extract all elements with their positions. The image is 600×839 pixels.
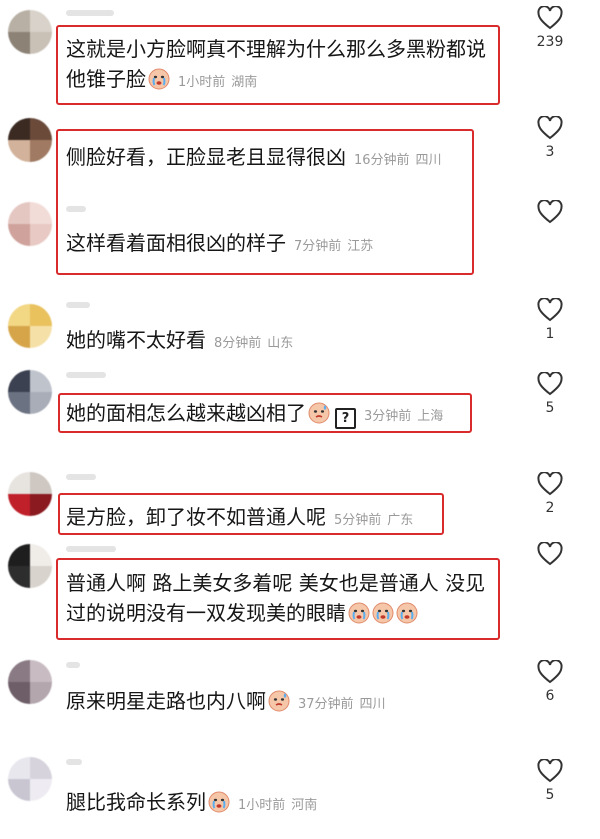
heart-icon [537,472,563,496]
like-button[interactable]: 239 [530,6,570,50]
crying-face-icon [372,602,394,624]
avatar[interactable] [8,370,52,414]
comment-meta: 37分钟前 四川 [298,697,386,712]
comment-text: 这就是小方脸啊真不理解为什么那么多黑粉都说他锥子脸 1小时前 湖南 [66,37,486,91]
comment-item: 这样看着面相很凶的样子 7分钟前 江苏 [0,190,600,280]
comment-item: 她的面相怎么越来越凶相了 ? 3分钟前 上海 5 [0,360,600,450]
comment-text: 是方脸，卸了妆不如普通人呢 5分钟前 广东 [66,505,414,529]
sweat-face-icon [268,690,290,712]
like-count: 5 [545,787,555,803]
username-placeholder[interactable] [66,474,96,480]
comment-item: 这就是小方脸啊真不理解为什么那么多黑粉都说他锥子脸 1小时前 湖南 239 [0,0,600,120]
comment-text: 这样看着面相很凶的样子 7分钟前 江苏 [66,231,374,255]
comment-meta: 16分钟前 四川 [354,153,442,168]
heart-icon [537,298,563,322]
heart-icon [537,759,563,783]
like-button[interactable]: 5 [530,372,570,416]
avatar[interactable] [8,118,52,162]
like-count: 5 [545,400,555,416]
comment-item: 腿比我命长系列 1小时前 河南 5 [0,745,600,839]
like-count: 239 [536,34,564,50]
comment-meta: 7分钟前 江苏 [294,239,374,254]
comment-meta: 3分钟前 上海 [364,409,444,424]
username-placeholder[interactable] [66,759,82,765]
username-placeholder[interactable] [66,546,116,552]
comment-text: 普通人啊 路上美女多着呢 美女也是普通人 没见过的说明没有一双发现美的眼睛 [66,571,486,625]
crying-face-icon [396,602,418,624]
like-count: 3 [545,144,555,160]
like-button[interactable]: 1 [530,298,570,342]
username-placeholder[interactable] [66,302,90,308]
avatar[interactable] [8,304,52,348]
heart-icon [537,542,563,566]
comment-meta: 8分钟前 山东 [214,336,294,351]
like-button[interactable]: 5 [530,759,570,803]
comment-text: 她的面相怎么越来越凶相了 ? 3分钟前 上海 [66,398,530,432]
username-placeholder[interactable] [66,372,106,378]
like-button[interactable]: 2 [530,472,570,516]
heart-icon [537,116,563,140]
sweat-face-icon [308,402,330,424]
comment-item: 侧脸好看，正脸显老且显得很凶 16分钟前 四川 3 [0,110,600,190]
heart-icon [537,372,563,396]
like-count: 1 [545,326,555,342]
avatar[interactable] [8,472,52,516]
like-button[interactable] [530,200,570,224]
unknown-emoji-icon: ? [335,408,356,429]
avatar[interactable] [8,202,52,246]
comment-text: 原来明星走路也内八啊 37分钟前 四川 [66,689,386,713]
comment-text: 她的嘴不太好看 8分钟前 山东 [66,328,294,352]
crying-face-icon [208,791,230,813]
crying-face-icon [348,602,370,624]
username-placeholder[interactable] [66,10,114,16]
avatar[interactable] [8,544,52,588]
username-placeholder[interactable] [66,662,80,668]
crying-face-icon [148,68,170,90]
comment-text: 侧脸好看，正脸显老且显得很凶 16分钟前 四川 [66,145,442,169]
comment-item: 普通人啊 路上美女多着呢 美女也是普通人 没见过的说明没有一双发现美的眼睛 [0,540,600,650]
comment-item: 原来明星走路也内八啊 37分钟前 四川 6 [0,650,600,745]
comment-item: 她的嘴不太好看 8分钟前 山东 1 [0,290,600,360]
avatar[interactable] [8,10,52,54]
username-placeholder[interactable] [66,206,86,212]
like-button[interactable] [530,542,570,566]
comment-item: 是方脸，卸了妆不如普通人呢 5分钟前 广东 2 [0,460,600,540]
comment-text: 腿比我命长系列 1小时前 河南 [66,790,318,814]
comment-meta: 5分钟前 广东 [334,513,414,528]
like-button[interactable]: 3 [530,116,570,160]
comment-meta: 1小时前 河南 [238,798,318,813]
like-count: 2 [545,500,555,516]
comment-meta: 1小时前 湖南 [178,75,258,90]
like-button[interactable]: 6 [530,660,570,704]
heart-icon [537,6,563,30]
like-count: 6 [545,688,555,704]
avatar[interactable] [8,660,52,704]
heart-icon [537,200,563,224]
heart-icon [537,660,563,684]
avatar[interactable] [8,757,52,801]
